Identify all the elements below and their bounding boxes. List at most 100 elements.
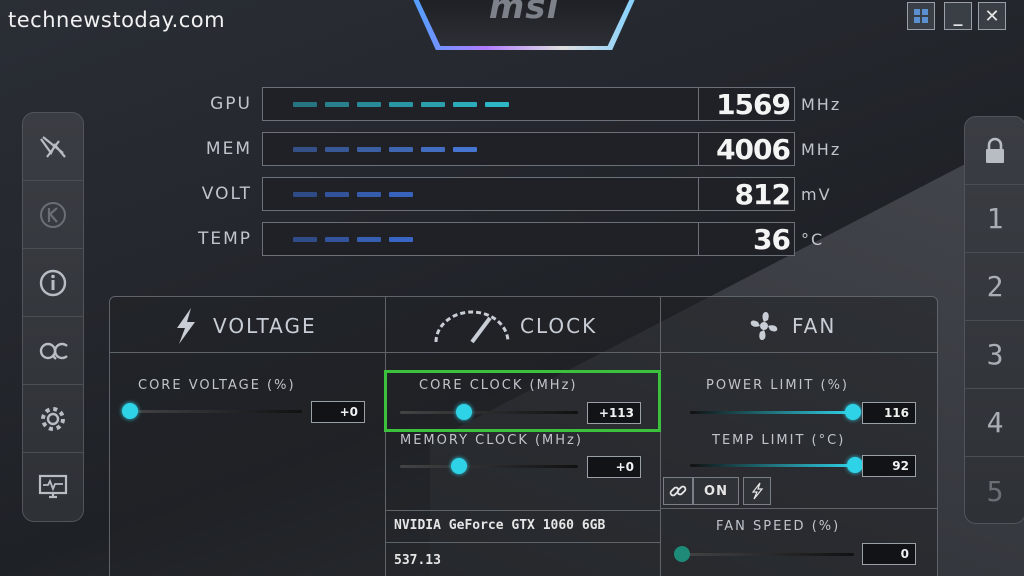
monitor-unit: °C — [801, 229, 825, 249]
msi-dragon-icon — [40, 135, 66, 158]
monitor-button[interactable] — [23, 453, 83, 521]
monitor-value: 36 — [699, 222, 795, 256]
settings-button[interactable] — [23, 385, 83, 453]
monitor-label: MEM — [205, 139, 252, 159]
temp-limit-track[interactable] — [690, 464, 855, 467]
left-sidebar — [22, 112, 84, 522]
column-divider — [660, 296, 661, 576]
profile-1-button[interactable]: 1 — [965, 185, 1024, 253]
profile-5-button[interactable]: 5 — [965, 457, 1024, 525]
core-voltage-label: CORE VOLTAGE (%) — [138, 378, 296, 393]
lock-icon — [986, 137, 1004, 163]
monitor-row-gpu: GPU 1569 MHz — [190, 87, 841, 121]
monitor-bar — [262, 177, 699, 211]
msi-dragon-button[interactable] — [23, 113, 83, 181]
monitor-bar-segment — [421, 102, 445, 107]
kombustor-k-icon — [40, 201, 66, 228]
voltage-header: VOLTAGE — [165, 304, 317, 348]
fan-boost-button[interactable] — [743, 477, 771, 505]
profile-5-label: 5 — [986, 474, 1004, 508]
core-clock-knob[interactable] — [456, 404, 473, 420]
monitor-unit: MHz — [801, 139, 842, 159]
driver-version: 537.13 — [394, 553, 441, 568]
temp-limit-knob[interactable] — [847, 457, 863, 473]
info-button[interactable] — [23, 249, 83, 317]
oc-scanner-button[interactable] — [23, 317, 83, 385]
gpu-info-divider — [385, 542, 660, 543]
fan-header: FAN — [744, 304, 836, 348]
monitor-bar-segment — [389, 102, 413, 107]
memory-clock-knob[interactable] — [450, 458, 467, 474]
profile-lock-button[interactable] — [965, 117, 1024, 185]
fan-icon — [750, 311, 778, 341]
core-voltage-track[interactable] — [130, 410, 302, 413]
monitor-value: 812 — [699, 177, 795, 211]
msi-logo: msi — [414, 0, 634, 46]
fan-speed-label: FAN SPEED (%) — [716, 519, 841, 534]
monitor-value: 4006 — [699, 132, 795, 166]
memory-clock-label: MEMORY CLOCK (MHz) — [400, 433, 583, 448]
memory-clock-track[interactable] — [400, 465, 578, 468]
core-voltage-knob[interactable] — [122, 403, 138, 419]
monitor-bar-segment — [357, 102, 381, 107]
monitor-bar-segment — [389, 192, 413, 197]
profile-2-label: 2 — [986, 270, 1004, 303]
profile-2-button[interactable]: 2 — [965, 253, 1024, 321]
windows-icon-button[interactable] — [907, 2, 935, 30]
monitor-row-temp: TEMP 36 °C — [190, 222, 824, 256]
core-clock-track[interactable] — [400, 411, 578, 414]
clock-header: CLOCK — [432, 304, 597, 348]
monitor-bar-segment — [389, 147, 413, 152]
fan-divider — [660, 508, 938, 509]
temp-limit-value[interactable]: 92 — [862, 455, 916, 477]
monitor-bar-segment — [357, 237, 381, 242]
fan-speed-value[interactable]: 0 — [862, 543, 916, 565]
monitor-bar-segment — [325, 147, 349, 152]
monitor-value: 1569 — [699, 87, 795, 121]
monitor-row-volt: VOLT 812 mV — [190, 177, 832, 211]
fan-speed-knob[interactable] — [674, 546, 690, 562]
minimize-button[interactable]: _ — [944, 2, 972, 30]
fan-title: FAN — [792, 314, 837, 338]
header-divider — [109, 352, 938, 353]
monitor-unit: mV — [801, 184, 832, 204]
monitor-row-mem: MEM 4006 MHz — [190, 132, 841, 166]
monitor-bar-segment — [293, 192, 317, 197]
link-button[interactable] — [663, 477, 693, 505]
settings-gear-icon — [41, 406, 65, 431]
memory-clock-value[interactable]: +0 — [587, 456, 641, 478]
column-divider — [385, 296, 386, 576]
lightning-small-icon — [751, 482, 764, 500]
monitor-bar-segment — [453, 147, 477, 152]
speedometer-icon — [434, 310, 510, 344]
monitor-label: TEMP — [197, 229, 252, 249]
gpu-name: NVIDIA GeForce GTX 1060 6GB — [394, 518, 606, 533]
power-limit-track[interactable] — [690, 411, 853, 414]
monitor-bar-segment — [293, 237, 317, 242]
monitor-bar-segment — [325, 102, 349, 107]
monitor-bar — [262, 222, 699, 256]
monitor-bar-segment — [325, 192, 349, 197]
monitor-label: VOLT — [201, 184, 252, 204]
chain-link-icon — [669, 485, 687, 497]
windows-icon — [914, 9, 928, 23]
monitor-bar-segment — [389, 237, 413, 242]
power-limit-value[interactable]: 116 — [862, 402, 916, 424]
profile-3-button[interactable]: 3 — [965, 321, 1024, 389]
link-on-toggle[interactable]: ON — [693, 477, 739, 505]
monitor-icon — [38, 474, 68, 499]
core-voltage-value[interactable]: +0 — [311, 401, 365, 423]
right-sidebar: 1 2 3 4 5 — [964, 116, 1024, 524]
watermark: technewstoday.com — [8, 8, 226, 32]
close-button[interactable]: ✕ — [978, 2, 1006, 30]
profile-1-label: 1 — [986, 202, 1004, 235]
fan-speed-track[interactable] — [682, 553, 854, 556]
power-limit-knob[interactable] — [845, 404, 861, 420]
info-icon — [39, 269, 67, 296]
lightning-icon — [177, 308, 195, 344]
core-clock-value[interactable]: +113 — [587, 402, 641, 424]
monitor-bar — [262, 132, 699, 166]
kombustor-button[interactable] — [23, 181, 83, 249]
profile-4-button[interactable]: 4 — [965, 389, 1024, 457]
clock-title: CLOCK — [520, 314, 598, 338]
